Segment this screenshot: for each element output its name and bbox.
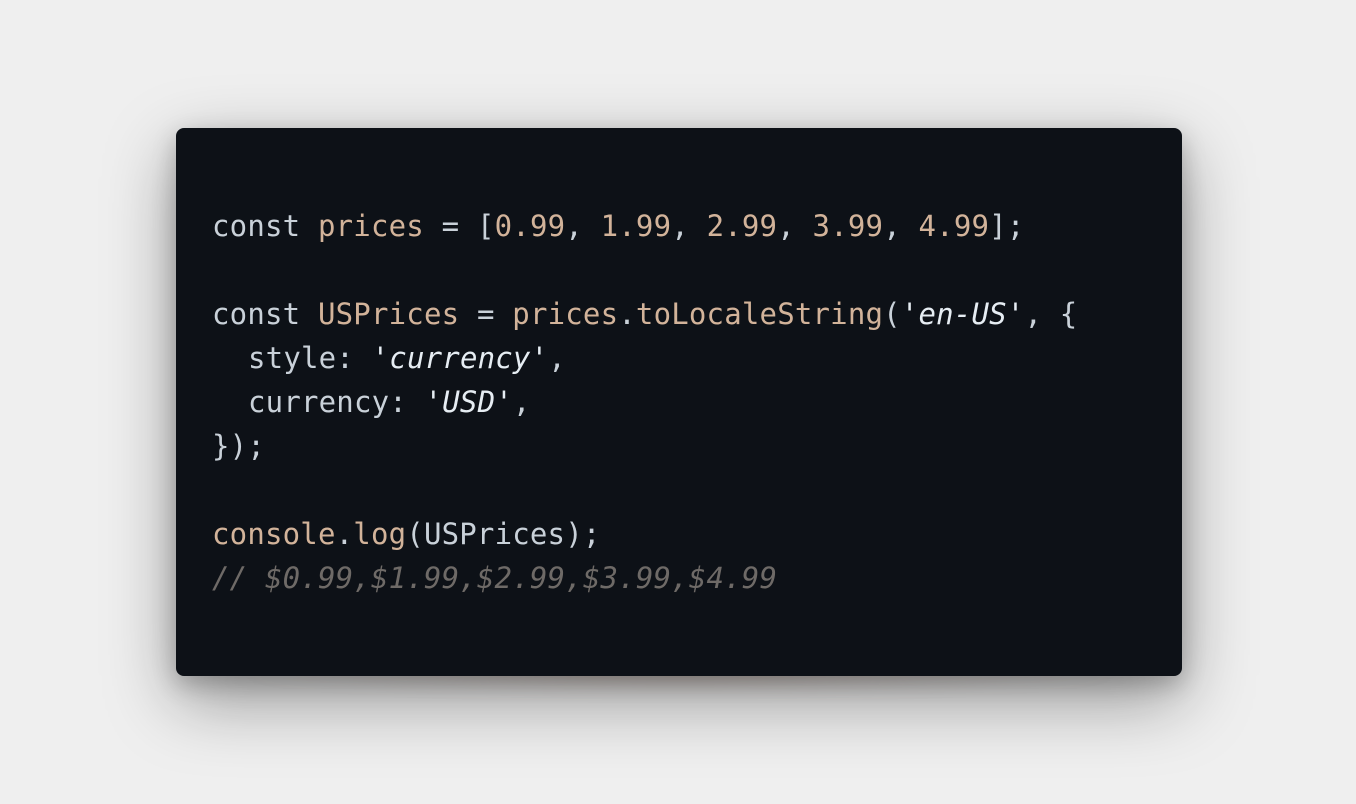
object-prices: prices bbox=[512, 297, 619, 331]
property-style: style: bbox=[248, 341, 354, 375]
number-literal: 2.99 bbox=[706, 209, 778, 243]
closing-brace-paren: }); bbox=[212, 429, 265, 463]
variable-prices: prices bbox=[317, 209, 424, 243]
comma: , bbox=[512, 385, 531, 419]
keyword-const: const bbox=[212, 297, 301, 331]
code-line-1: const prices = [0.99, 1.99, 2.99, 3.99, … bbox=[212, 204, 1077, 248]
number-literal: 1.99 bbox=[600, 209, 672, 243]
code-line-8: console.log(USPrices); bbox=[212, 512, 1077, 556]
keyword-const: const bbox=[212, 209, 301, 243]
comma: , bbox=[548, 341, 566, 375]
paren-open: ( bbox=[883, 297, 901, 331]
variable-usprices: USPrices bbox=[317, 297, 460, 331]
dot: . bbox=[335, 517, 354, 551]
code-line-5: currency: 'USD', bbox=[212, 380, 1077, 424]
code-line-9: // $0.99,$1.99,$2.99,$3.99,$4.99 bbox=[212, 556, 1077, 600]
separator: , bbox=[883, 209, 919, 243]
string-currency: 'currency' bbox=[371, 341, 549, 375]
string-usd: 'USD' bbox=[424, 385, 513, 419]
code-block: const prices = [0.99, 1.99, 2.99, 3.99 , … bbox=[212, 204, 1077, 600]
number-literal: 0.99 bbox=[494, 209, 566, 243]
method-tolocalestring: toLocaleString bbox=[635, 297, 884, 331]
code-line-4: style: 'currency', bbox=[212, 336, 1077, 380]
separator: , bbox=[565, 209, 601, 243]
code-line-3: const USPrices = prices.toLocaleString('… bbox=[212, 292, 1077, 336]
property-currency: currency: bbox=[248, 385, 407, 419]
bracket-open: [ bbox=[476, 209, 495, 243]
operator-assign: = bbox=[476, 297, 495, 331]
code-line-6: }); bbox=[212, 424, 1077, 468]
log-arguments: (USPrices); bbox=[406, 517, 601, 551]
operator-assign: = bbox=[441, 209, 460, 243]
brace-open: , { bbox=[1024, 297, 1078, 331]
number-literal: 3.99 bbox=[812, 209, 884, 243]
output-comment: // $0.99,$1.99,$2.99,$3.99,$4.99 bbox=[212, 561, 778, 595]
dot: . bbox=[618, 297, 636, 331]
separator: , bbox=[777, 209, 813, 243]
method-log: log bbox=[353, 517, 407, 551]
object-console: console bbox=[212, 517, 336, 551]
code-snippet-card: const prices = [0.99, 1.99, 2.99, 3.99 , … bbox=[176, 128, 1182, 676]
separator: , bbox=[671, 209, 707, 243]
number-literal: 4.99 bbox=[918, 209, 990, 243]
bracket-close: ]; bbox=[989, 209, 1025, 243]
string-locale: 'en-US' bbox=[900, 297, 1025, 331]
